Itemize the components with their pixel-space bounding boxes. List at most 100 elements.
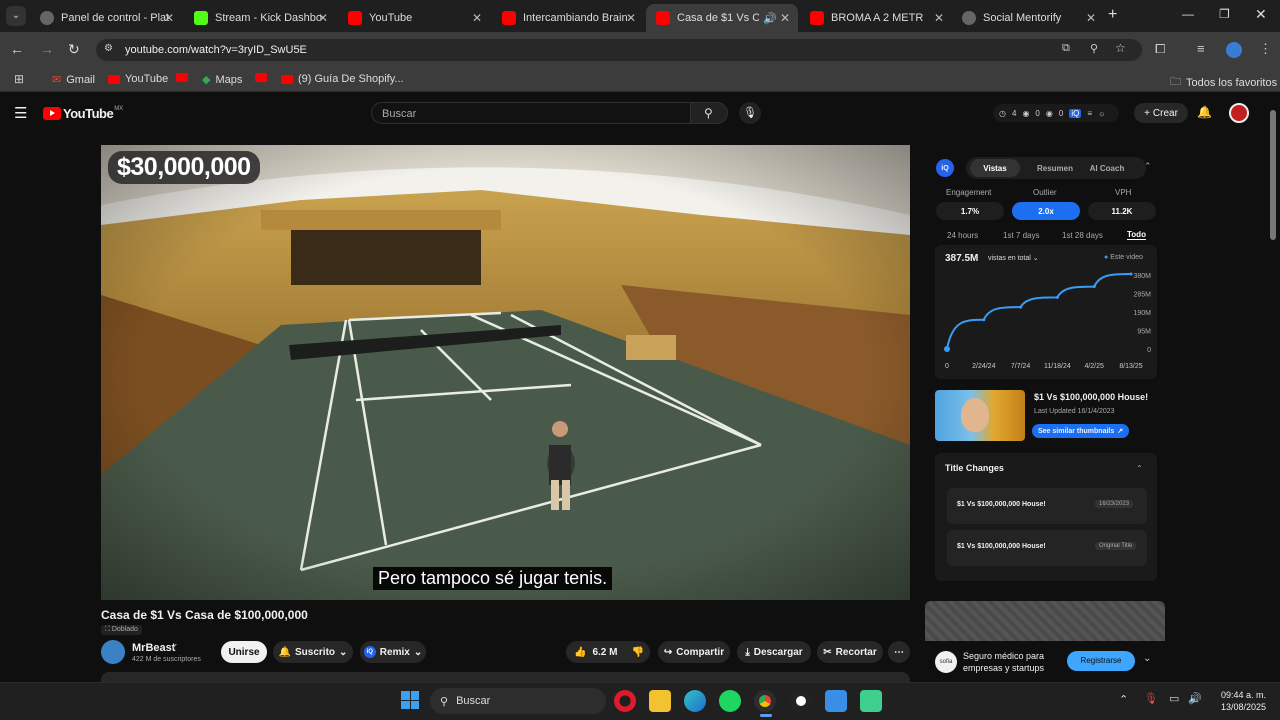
see-similar-button[interactable]: See similar thumbnails ↗ (1032, 424, 1130, 438)
account-avatar[interactable] (1229, 103, 1249, 123)
hamburger-icon[interactable]: ☰ (14, 104, 27, 122)
extension-stats[interactable]: ◷ 4 ◉ 0 ◉ 0 iQ ≡ ☼ (993, 104, 1119, 122)
tab-panel-control[interactable]: Panel de control - Plat ✕ (30, 4, 182, 32)
forward-button[interactable]: → (40, 41, 54, 57)
minimize-button[interactable]: — (1182, 7, 1194, 21)
close-icon[interactable]: ✕ (1086, 11, 1096, 25)
bookmark-youtube-2[interactable] (176, 73, 193, 82)
close-icon[interactable]: ✕ (164, 11, 174, 25)
tray-chevron-icon[interactable]: ⌃ (1119, 693, 1128, 706)
subscribed-button[interactable]: 🔔 Suscrito ⌄ (273, 641, 353, 663)
new-tab-button[interactable]: + (1108, 6, 1117, 24)
profile-avatar[interactable] (1226, 42, 1242, 58)
speaker-icon[interactable]: 🔊 (763, 12, 777, 25)
spotify-icon[interactable] (719, 690, 741, 712)
tab-youtube[interactable]: YouTube ✕ (338, 4, 490, 32)
bookmark-maps[interactable]: ◆ Maps (202, 73, 242, 87)
tab-intercambiando[interactable]: Intercambiando Brain ✕ (492, 4, 644, 32)
youtube-logo[interactable]: YouTube MX (43, 106, 123, 121)
remix-button[interactable]: iQ Remix ⌄ (360, 641, 426, 663)
ad-banner-image[interactable] (925, 601, 1165, 641)
register-button[interactable]: Registrarse (1067, 651, 1135, 671)
close-icon[interactable]: ✕ (472, 11, 482, 25)
vph-value[interactable]: 11.2K (1088, 202, 1156, 220)
volume-icon[interactable]: 🔊 (1188, 692, 1202, 705)
tab-resumen[interactable]: Resumen (1030, 159, 1080, 177)
range-24h[interactable]: 24 hours (947, 231, 978, 240)
taskbar-search[interactable]: ⚲ Buscar (430, 688, 606, 714)
range-28d[interactable]: 1st 28 days (1062, 231, 1103, 240)
chevron-up-icon[interactable]: ⌃ (1136, 464, 1143, 473)
channel-avatar[interactable] (101, 640, 125, 664)
bookmark-gmail[interactable]: ✉ Gmail (52, 73, 95, 87)
tab-search-button[interactable]: ⌄ (6, 6, 26, 26)
close-icon[interactable]: ✕ (780, 11, 790, 25)
file-explorer-icon[interactable] (649, 690, 671, 712)
close-icon[interactable]: ✕ (626, 11, 636, 25)
tab-social[interactable]: Social Mentorify ✕ (952, 4, 1104, 32)
y-tick-label: 380M (1133, 273, 1151, 280)
app-icon-green[interactable] (860, 690, 882, 712)
clip-button[interactable]: ✂ Recortar (817, 641, 883, 663)
search-button[interactable]: ⚲ (690, 102, 728, 124)
close-window-button[interactable]: ✕ (1255, 6, 1267, 23)
cast-icon[interactable]: ⧉ (1062, 42, 1070, 55)
maximize-button[interactable]: ❐ (1219, 7, 1230, 21)
tab-kick[interactable]: Stream - Kick Dashbo ✕ (184, 4, 336, 32)
search-input[interactable]: Buscar (371, 102, 691, 124)
range-7d[interactable]: 1st 7 days (1003, 231, 1039, 240)
microphone-icon[interactable]: 🎙 (1144, 692, 1158, 705)
page-scrollbar[interactable] (1270, 110, 1276, 240)
close-icon[interactable]: ✕ (318, 11, 328, 25)
thumbnail[interactable] (935, 390, 1025, 441)
chrome-icon[interactable] (754, 690, 776, 712)
like-button[interactable]: 👍 6.2 M 👎 (566, 641, 650, 663)
notifications-icon[interactable]: 🔔 (1197, 105, 1212, 119)
channel-name[interactable]: MrBeast (132, 642, 175, 654)
apps-icon[interactable]: ⊞ (14, 72, 24, 86)
address-bar[interactable]: ⚙ youtube.com/watch?v=3ryID_SwU5E ⧉ ⚲ ☆ (96, 39, 1142, 61)
network-icon[interactable]: ▭ (1169, 692, 1179, 705)
voice-search-button[interactable]: 🎙 (739, 102, 761, 124)
chevron-down-icon[interactable]: ⌄ (1143, 653, 1151, 664)
opera-icon[interactable] (614, 690, 636, 712)
create-button[interactable]: + Crear (1134, 103, 1188, 123)
bookmark-shopify[interactable]: (9) Guía De Shopify... (281, 73, 404, 85)
edge-icon[interactable] (684, 690, 706, 712)
media-icon[interactable]: ≡ (1197, 41, 1205, 56)
description-box[interactable] (101, 672, 910, 682)
menu-icon[interactable]: ⋮ (1259, 41, 1272, 57)
download-button[interactable]: ⤓ Descargar (737, 641, 811, 663)
tab-ai-coach[interactable]: AI Coach (1082, 159, 1132, 177)
reload-button[interactable]: ↻ (68, 41, 80, 58)
site-info-icon[interactable]: ⚙ (104, 43, 113, 54)
close-icon[interactable]: ✕ (934, 11, 944, 25)
video-player[interactable]: $30,000,000 Pero tampoco sé jugar tenis. (101, 145, 910, 600)
all-favorites[interactable]: 🗀 Todos los favoritos (1170, 73, 1277, 92)
tab-vistas[interactable]: Vistas (970, 159, 1020, 177)
views-dropdown[interactable]: vistas en total ⌄ (988, 254, 1039, 262)
back-button[interactable]: ← (10, 41, 24, 57)
video-frame (101, 145, 910, 600)
extensions-icon[interactable]: ⧠ (1155, 41, 1165, 57)
clock[interactable]: 09:44 a. m. 13/08/2025 (1212, 689, 1266, 713)
tab-casa[interactable]: Casa de $1 Vs Casa🔊✕ (646, 4, 798, 32)
outlier-value[interactable]: 2.0x (1012, 202, 1080, 220)
ad-card[interactable]: sofia Seguro médico para empresas y star… (925, 641, 1165, 682)
kick-icon (194, 11, 208, 25)
range-all[interactable]: Todo (1127, 230, 1146, 240)
zoom-icon[interactable]: ⚲ (1090, 42, 1098, 55)
engagement-value[interactable]: 1.7% (936, 202, 1004, 220)
bookmark-youtube[interactable]: YouTube (108, 73, 168, 85)
app-icon[interactable] (825, 690, 847, 712)
bookmark-star-icon[interactable]: ☆ (1115, 41, 1126, 55)
obs-icon[interactable] (790, 690, 812, 712)
folder-icon: 🗀 (1170, 76, 1181, 88)
chevron-up-icon[interactable]: ⌃ (1144, 161, 1152, 172)
windows-start-icon[interactable] (401, 691, 419, 709)
tab-broma[interactable]: BROMA A 2 METR ✕ (800, 4, 952, 32)
more-actions-button[interactable]: ⋯ (888, 641, 910, 663)
join-button[interactable]: Unirse (221, 641, 267, 663)
share-button[interactable]: ↪ Compartir (658, 641, 730, 663)
bookmark-youtube-3[interactable] (255, 73, 272, 82)
